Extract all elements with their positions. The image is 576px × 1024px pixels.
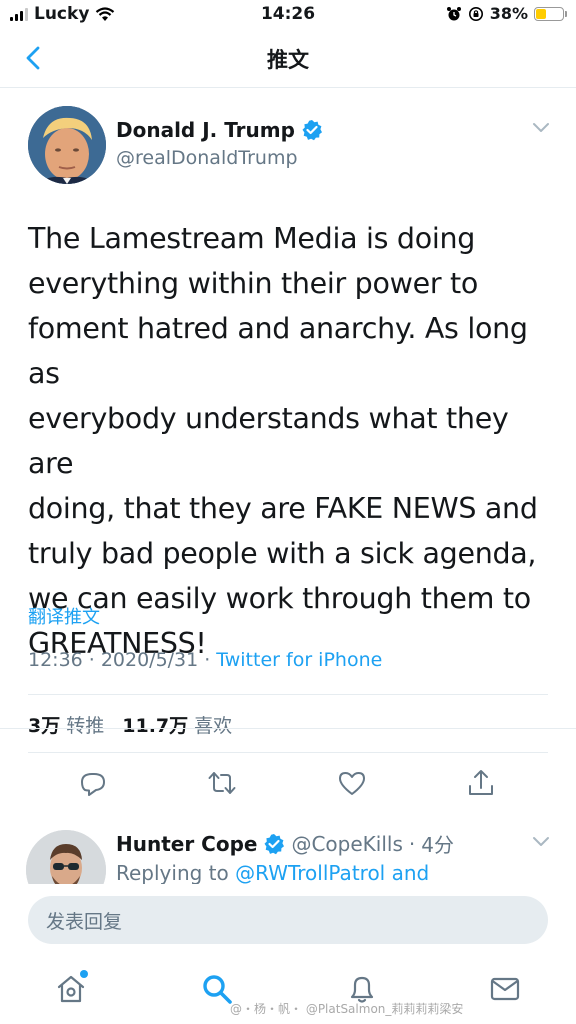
search-icon[interactable] [200,972,234,1006]
tweet-date: 2020/5/31 [100,649,199,671]
reply-author-avatar[interactable] [26,830,106,884]
author-handle[interactable]: @realDonaldTrump [116,147,298,169]
battery-percent: 38% [489,4,528,23]
retweets-count[interactable]: 3万 [28,711,60,738]
tweet-text-line: doing, that they are FAKE NEWS and [28,492,538,525]
chevron-down-icon[interactable] [532,122,550,134]
orientation-lock-icon [468,6,483,21]
watermark: @・杨・帆・ @PlatSalmon_莉莉莉莉梁安 [230,1002,464,1016]
nav-bar: 推文 [0,30,576,88]
battery-icon [534,6,567,21]
tweet-text-line: The Lamestream Media is doing [28,222,476,255]
author-name-row[interactable]: Donald J. Trump [116,118,323,142]
replying-to-label: Replying to [116,861,229,884]
tweet-text-line: we can easily work through them to [28,582,531,615]
tweet-actions [0,768,576,804]
author-avatar[interactable] [28,106,106,184]
verified-badge-icon [302,120,322,141]
page-title: 推文 [267,48,309,72]
status-right: 38% [446,4,567,23]
battery-fill [536,8,546,19]
retweet-icon[interactable] [207,768,237,798]
reply-author-name[interactable]: Hunter Cope [116,832,257,856]
divider [28,752,548,753]
meta-separator: · [408,831,416,856]
alarm-icon [446,6,461,20]
reply-input-placeholder: 发表回复 [46,910,123,933]
verified-badge-icon [264,833,285,854]
retweets-label[interactable]: 转推 [66,711,104,738]
meta-separator: · [204,649,211,671]
likes-count[interactable]: 11.7万 [122,711,188,738]
translate-link[interactable]: 翻译推文 [28,603,100,629]
reply-time: 4分 [421,833,454,857]
tweet-text-line: foment hatred and anarchy. As long as [28,312,528,390]
heart-icon[interactable] [337,768,367,798]
home-notification-dot [80,970,88,978]
reply-tweet[interactable]: Hunter Cope @CopeKills · 4分 Replying to … [0,815,576,884]
tweet-text-line: truly bad people with a sick agenda, [28,537,537,570]
likes-label[interactable]: 喜欢 [194,711,232,738]
chevron-down-icon[interactable] [532,836,550,848]
replying-to-mention[interactable]: @RWTrollPatrol and [235,861,429,884]
tweet-text-line: everybody understands what they are [28,402,509,480]
section-divider [0,728,576,729]
reply-header: Hunter Cope @CopeKills · 4分 [116,829,454,858]
share-icon[interactable] [466,768,496,798]
reply-input[interactable]: 发表回复 [28,896,548,944]
author-name[interactable]: Donald J. Trump [116,118,295,142]
tweet-text: The Lamestream Media is doing everything… [28,216,558,666]
reply-author-handle[interactable]: @CopeKills [291,832,402,856]
mail-icon[interactable] [488,972,522,1006]
replying-to: Replying to @RWTrollPatrol and [116,861,429,884]
reply-icon[interactable] [78,768,108,798]
tweet-meta: 12:36 · 2020/5/31 · Twitter for iPhone [28,649,382,671]
tweet-stats: 3万 转推 11.7万 喜欢 [28,711,244,738]
tweet-source-link[interactable]: Twitter for iPhone [216,649,382,671]
meta-separator: · [88,649,95,671]
divider [28,694,548,695]
tweet-text-line: everything within their power to [28,267,479,300]
tweet-time: 12:36 [28,649,83,671]
status-bar: Lucky 14:26 38% [0,0,576,30]
